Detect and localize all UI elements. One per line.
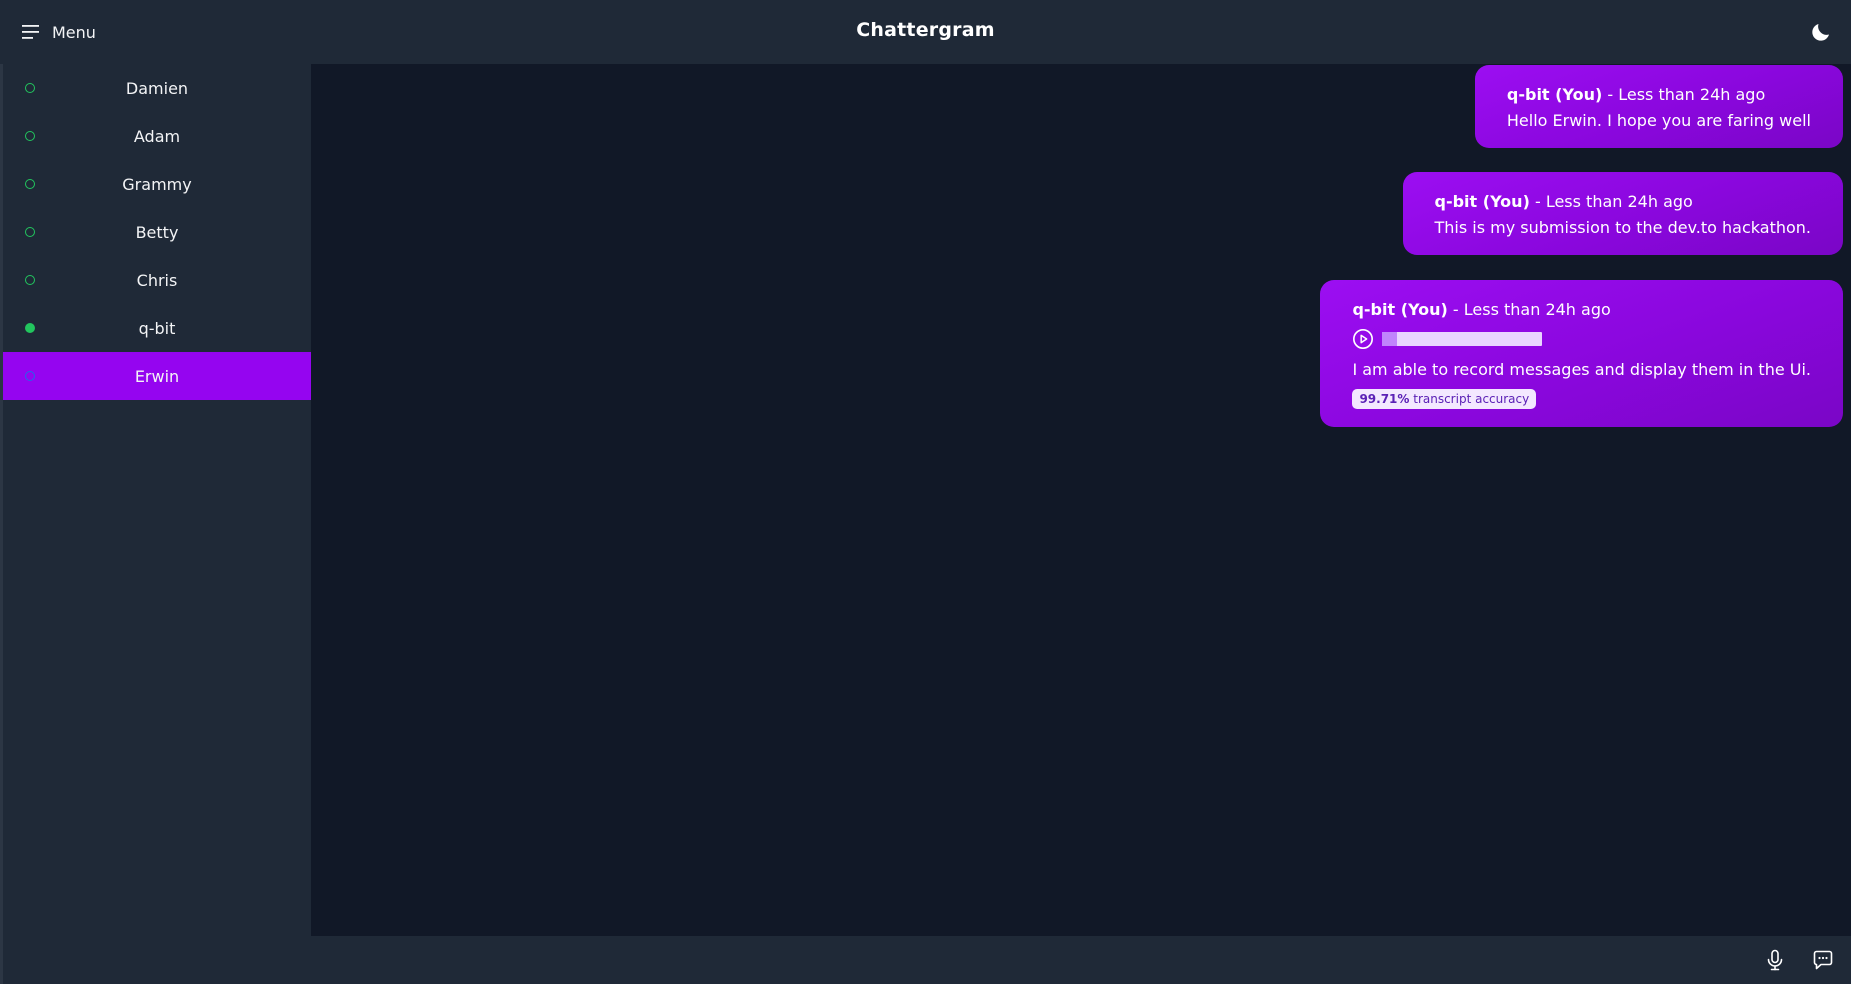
contact-name: Grammy [122, 174, 192, 194]
status-indicator [25, 83, 35, 93]
contact-name: Damien [125, 78, 189, 98]
voice-message-bubble: q-bit (You) - Less than 24h ago I am abl… [1320, 280, 1843, 427]
message-meta: q-bit (You) - Less than 24h ago [1352, 300, 1811, 319]
contact-item-q-bit[interactable]: q-bit [3, 304, 311, 352]
contact-name: Chris [136, 270, 178, 290]
contact-item-damien[interactable]: Damien [3, 64, 311, 112]
contact-name: Erwin [134, 366, 180, 386]
contact-item-betty[interactable]: Betty [3, 208, 311, 256]
app-window: Menu Chattergram Damien Adam Grammy Bett… [0, 0, 1851, 984]
contact-name: Adam [133, 126, 181, 146]
accuracy-label: transcript accuracy [1409, 392, 1530, 406]
message-time: - Less than 24h ago [1447, 300, 1611, 319]
status-indicator [25, 227, 35, 237]
contacts-sidebar: Damien Adam Grammy Betty Chris q-bit Erw… [0, 64, 311, 984]
transcript-accuracy-badge: 99.71% transcript accuracy [1352, 389, 1537, 409]
message-text: Hello Erwin. I hope you are faring well [1506, 111, 1811, 130]
chat-bubble-icon[interactable] [1811, 948, 1835, 972]
message-author: q-bit (You) [1506, 85, 1603, 104]
message-meta: q-bit (You) - Less than 24h ago [1435, 192, 1812, 211]
audio-progress-fill [1382, 332, 1397, 346]
footer-bar [311, 936, 1851, 984]
app-title: Chattergram [856, 19, 995, 41]
message-text: I am able to record messages and display… [1352, 360, 1811, 379]
status-indicator [25, 371, 35, 381]
status-indicator [25, 131, 35, 141]
message-bubble: q-bit (You) - Less than 24h ago This is … [1402, 172, 1843, 255]
contact-item-erwin[interactable]: Erwin [3, 352, 311, 400]
audio-player [1352, 328, 1811, 350]
status-indicator-online [25, 323, 35, 333]
header-bar: Menu Chattergram [0, 0, 1851, 64]
status-indicator [25, 275, 35, 285]
message-time: - Less than 24h ago [1529, 192, 1693, 211]
status-indicator [25, 179, 35, 189]
contact-item-grammy[interactable]: Grammy [3, 160, 311, 208]
audio-progress-bar[interactable] [1382, 332, 1543, 346]
message-author: q-bit (You) [1434, 192, 1530, 211]
play-icon[interactable] [1352, 328, 1374, 350]
message-bubble: q-bit (You) - Less than 24h ago Hello Er… [1474, 65, 1843, 148]
moon-icon[interactable] [1809, 20, 1833, 44]
message-text: This is my submission to the dev.to hack… [1434, 218, 1812, 237]
message-meta: q-bit (You) - Less than 24h ago [1507, 85, 1811, 104]
message-time: - Less than 24h ago [1602, 85, 1766, 104]
chat-area: q-bit (You) - Less than 24h ago Hello Er… [311, 64, 1851, 936]
contact-item-chris[interactable]: Chris [3, 256, 311, 304]
accuracy-value: 99.71% [1359, 392, 1410, 406]
contact-name: Betty [135, 222, 179, 242]
microphone-icon[interactable] [1763, 948, 1787, 972]
contact-item-adam[interactable]: Adam [3, 112, 311, 160]
message-author: q-bit (You) [1352, 300, 1448, 319]
contact-name: q-bit [138, 318, 176, 338]
